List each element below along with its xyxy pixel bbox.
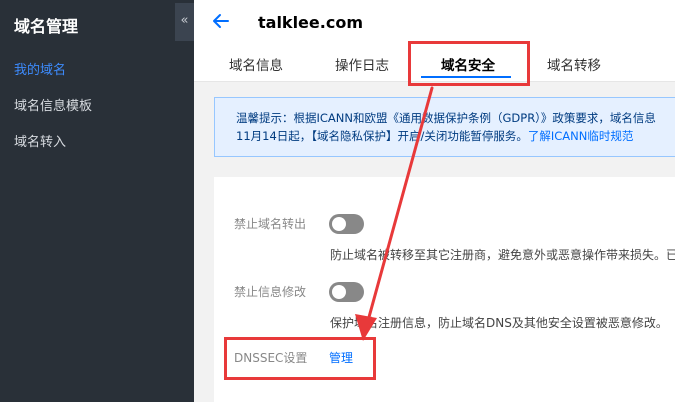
tab-domain-info[interactable]: 域名信息 — [229, 54, 283, 74]
dnssec-manage-link[interactable]: 管理 — [329, 349, 353, 366]
transfer-lock-description: 防止域名被转移至其它注册商，避免意外或恶意操作带来损失。已 — [330, 248, 675, 262]
toggle-knob — [332, 217, 346, 231]
sidebar-item-domain-transfer-in[interactable]: 域名转入 — [14, 131, 66, 150]
transfer-lock-toggle[interactable] — [329, 214, 364, 234]
tab-operation-log[interactable]: 操作日志 — [335, 54, 389, 74]
toggle-knob — [332, 285, 346, 299]
icann-spec-link[interactable]: 了解ICANN临时规范 — [528, 129, 634, 143]
sidebar: 域名管理 « 我的域名 域名信息模板 域名转入 — [0, 0, 194, 402]
update-lock-toggle[interactable] — [329, 282, 364, 302]
transfer-lock-label: 禁止域名转出 — [234, 217, 307, 231]
update-lock-label: 禁止信息修改 — [234, 285, 307, 299]
notice-line-2-text: 11月14日起，【域名隐私保护】开启/关闭功能暂停服务。 — [236, 129, 528, 143]
notice-line-1: 温馨提示：根据ICANN和欧盟《通用数据保护条例（GDPR）》政策要求，域名信息 — [236, 111, 656, 125]
sidebar-item-domain-templates[interactable]: 域名信息模板 — [14, 95, 92, 114]
notice-line-2: 11月14日起，【域名隐私保护】开启/关闭功能暂停服务。了解ICANN临时规范 — [236, 127, 675, 145]
tab-domain-transfer[interactable]: 域名转移 — [547, 54, 601, 74]
sidebar-item-my-domains[interactable]: 我的域名 — [14, 59, 66, 78]
sidebar-title: 域名管理 — [14, 17, 79, 36]
sidebar-collapse-button[interactable]: « — [175, 3, 194, 41]
tab-domain-security[interactable]: 域名安全 — [441, 54, 495, 74]
notice-banner: 温馨提示：根据ICANN和欧盟《通用数据保护条例（GDPR）》政策要求，域名信息… — [214, 97, 675, 157]
dnssec-label: DNSSEC设置 — [234, 351, 308, 365]
update-lock-description: 保护域名注册信息，防止域名DNS及其他安全设置被恶意修改。 — [330, 316, 668, 330]
page-title: talklee.com — [258, 13, 363, 32]
active-tab-indicator — [421, 76, 511, 78]
back-arrow-icon[interactable] — [212, 12, 230, 30]
